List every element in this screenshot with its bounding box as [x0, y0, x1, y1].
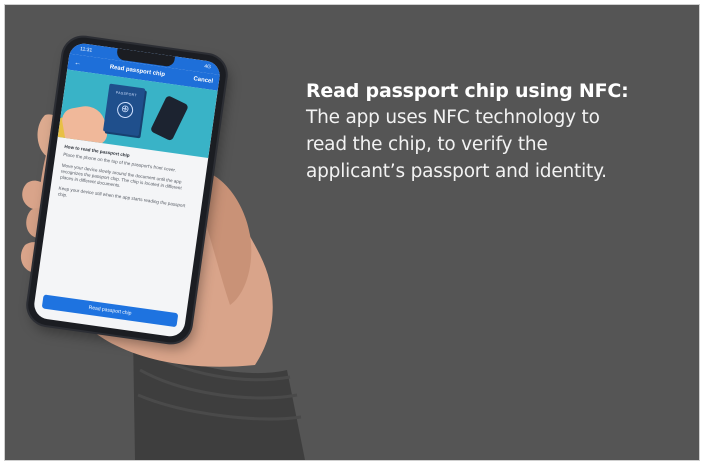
- status-time: 11:31: [79, 46, 93, 54]
- passport-illustration: PASSPORT ⊕: [102, 83, 146, 137]
- phone-screen: 11:31 4G ← Read passport chip Cancel PAS…: [32, 41, 222, 339]
- passport-label: PASSPORT: [115, 90, 138, 98]
- slide-panel: 11:31 4G ← Read passport chip Cancel PAS…: [4, 4, 700, 461]
- headline-line: read the chip, to verify the: [306, 134, 548, 155]
- status-signal: 4G: [203, 63, 212, 71]
- headline-title: Read passport chip using NFC:: [306, 80, 629, 102]
- globe-icon: ⊕: [116, 100, 135, 119]
- headline-line: The app uses NFC technology to: [306, 107, 600, 128]
- read-passport-chip-button[interactable]: Read passport chip: [41, 294, 179, 328]
- arrow-left-icon[interactable]: ←: [74, 59, 82, 67]
- headline-block: Read passport chip using NFC: The app us…: [306, 78, 636, 185]
- headline-line: applicant’s passport and identity.: [306, 161, 607, 182]
- image-frame: 11:31 4G ← Read passport chip Cancel PAS…: [0, 0, 703, 465]
- headline-body: The app uses NFC technology to read the …: [306, 104, 636, 185]
- mini-phone-illustration: [149, 94, 189, 142]
- cancel-button[interactable]: Cancel: [193, 76, 213, 85]
